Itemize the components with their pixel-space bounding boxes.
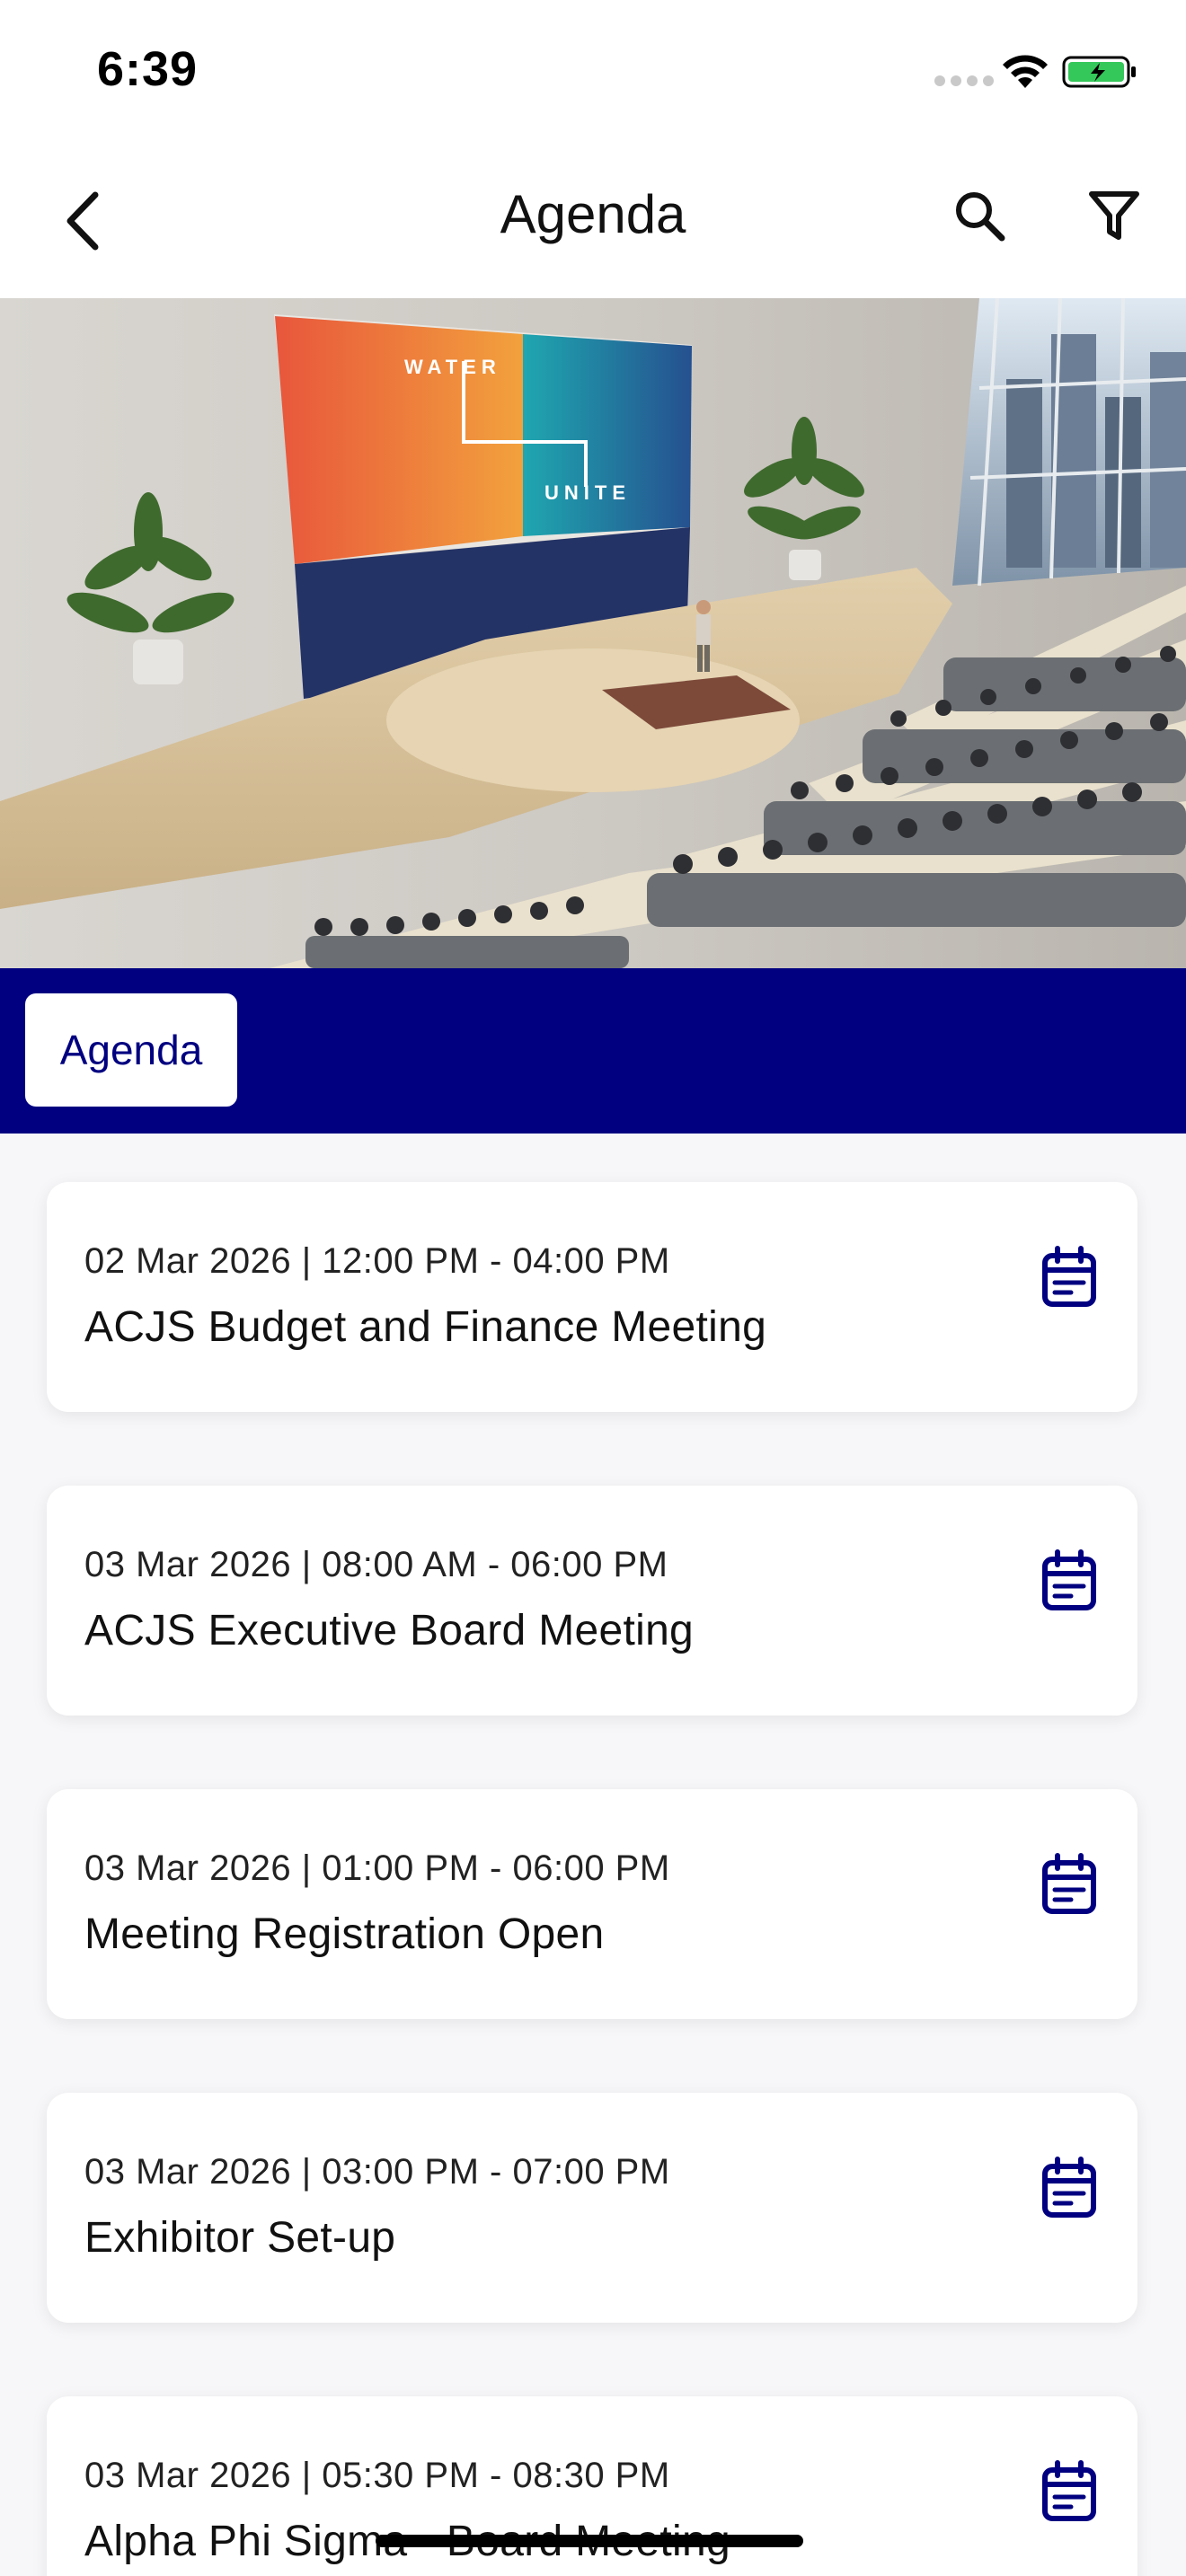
home-indicator[interactable] (376, 2535, 803, 2547)
cellular-signal-icon (934, 75, 994, 86)
tab-agenda[interactable]: Agenda (25, 993, 237, 1107)
agenda-item-title: Meeting Registration Open (84, 1910, 605, 1958)
filter-icon (1089, 191, 1139, 240)
agenda-item-title: Exhibitor Set-up (84, 2214, 396, 2262)
agenda-item-datetime: 03 Mar 2026 | 05:30 PM - 08:30 PM (84, 2456, 670, 2495)
agenda-item-datetime: 03 Mar 2026 | 08:00 AM - 06:00 PM (84, 1545, 668, 1584)
agenda-item-title: ACJS Budget and Finance Meeting (84, 1303, 767, 1351)
auditorium-illustration: WATER UNITE (0, 298, 1186, 968)
calendar-icon[interactable] (1040, 1245, 1098, 1310)
search-button[interactable] (943, 180, 1015, 251)
agenda-item-datetime: 03 Mar 2026 | 03:00 PM - 07:00 PM (84, 2152, 670, 2192)
agenda-item[interactable]: 03 Mar 2026 | 05:30 PM - 08:30 PM Alpha … (47, 2396, 1137, 2576)
calendar-icon[interactable] (1040, 2156, 1098, 2220)
calendar-icon[interactable] (1040, 1852, 1098, 1917)
navigation-header: Agenda (0, 144, 1186, 298)
agenda-item[interactable]: 03 Mar 2026 | 01:00 PM - 06:00 PM Meetin… (47, 1789, 1137, 2019)
agenda-item[interactable]: 03 Mar 2026 | 03:00 PM - 07:00 PM Exhibi… (47, 2093, 1137, 2323)
calendar-icon[interactable] (1040, 2459, 1098, 2524)
wifi-icon (1003, 55, 1048, 88)
agenda-item[interactable]: 03 Mar 2026 | 08:00 AM - 06:00 PM ACJS E… (47, 1486, 1137, 1716)
screen-text-water: WATER (404, 356, 501, 378)
agenda-item[interactable]: 02 Mar 2026 | 12:00 PM - 04:00 PM ACJS B… (47, 1182, 1137, 1412)
filter-button[interactable] (1078, 180, 1150, 251)
status-bar: 6:39 (0, 0, 1186, 144)
agenda-item-datetime: 03 Mar 2026 | 01:00 PM - 06:00 PM (84, 1848, 670, 1888)
tab-bar: Agenda (0, 968, 1186, 1134)
calendar-icon[interactable] (1040, 1548, 1098, 1613)
agenda-item-datetime: 02 Mar 2026 | 12:00 PM - 04:00 PM (84, 1241, 670, 1281)
agenda-item-title: ACJS Executive Board Meeting (84, 1607, 695, 1654)
search-icon (956, 192, 1005, 242)
agenda-list: 02 Mar 2026 | 12:00 PM - 04:00 PM ACJS B… (0, 1134, 1186, 2576)
status-time: 6:39 (97, 42, 199, 96)
event-banner-image: WATER UNITE (0, 298, 1186, 968)
battery-icon (1062, 56, 1136, 88)
